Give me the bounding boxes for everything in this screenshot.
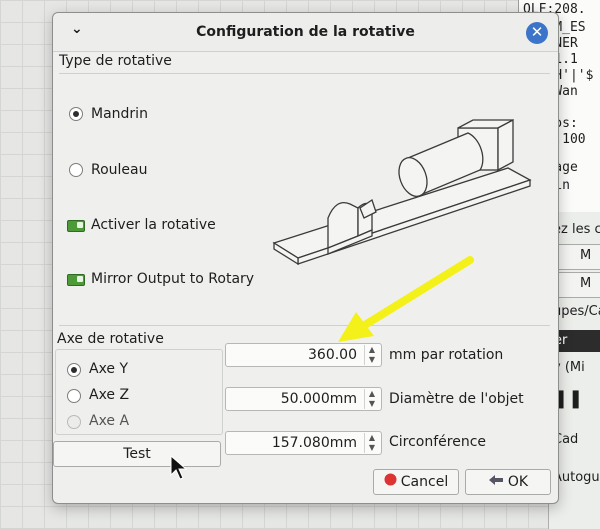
divider xyxy=(59,73,550,74)
object-diameter-value: 50.000mm xyxy=(280,391,357,407)
enable-rotary-label: Activer la rotative xyxy=(91,217,216,233)
console-input-hint[interactable]: ez les co xyxy=(553,222,600,237)
spin-arrows-icon[interactable]: ▲ ▼ xyxy=(364,389,379,409)
circumference-input[interactable]: 157.080mm ▲ ▼ xyxy=(225,431,382,455)
chuck-radio[interactable] xyxy=(69,107,83,121)
roller-radio[interactable] xyxy=(69,163,83,177)
ok-arrow-icon xyxy=(488,470,504,494)
panel-tab-cuts[interactable]: upes/Ca xyxy=(553,304,600,319)
test-button[interactable]: Test xyxy=(53,441,221,467)
object-diameter-input[interactable]: 50.000mm ▲ ▼ xyxy=(225,387,382,411)
cancel-circle-icon xyxy=(384,470,397,494)
rotary-axis-heading: Axe de rotative xyxy=(57,331,164,347)
close-button[interactable]: ✕ xyxy=(526,22,548,44)
axis-y-radio[interactable] xyxy=(67,363,81,377)
axis-z-label: Axe Z xyxy=(89,387,130,403)
roller-label: Rouleau xyxy=(91,162,148,178)
axis-a-radio[interactable] xyxy=(67,415,81,429)
autofocus-button[interactable]: Autogu xyxy=(553,470,600,485)
cancel-button[interactable]: Cancel xyxy=(373,469,459,495)
circumference-label: Circonférence xyxy=(389,434,487,450)
axis-y-label: Axe Y xyxy=(89,361,129,377)
axis-a-label: Axe A xyxy=(89,413,130,429)
circumference-value: 157.080mm xyxy=(271,435,357,451)
enable-rotary-toggle[interactable] xyxy=(67,220,85,232)
close-icon: ✕ xyxy=(530,23,544,41)
chuck-label: Mandrin xyxy=(91,106,148,122)
mouse-cursor-icon xyxy=(170,455,188,480)
mirror-output-toggle[interactable] xyxy=(67,274,85,286)
annotation-arrow xyxy=(338,256,474,342)
dialog-title: Configuration de la rotative xyxy=(196,24,415,40)
spin-arrows-icon[interactable]: ▲ ▼ xyxy=(364,433,379,453)
axis-z-radio[interactable] xyxy=(67,389,81,403)
ok-button[interactable]: OK xyxy=(465,469,551,495)
rotary-config-dialog: ⌄ Configuration de la rotative ✕ Type de… xyxy=(52,12,559,504)
rotary-type-heading: Type de rotative xyxy=(59,53,172,69)
object-diameter-label: Diamètre de l'objet xyxy=(389,391,524,407)
mirror-output-label: Mirror Output to Rotary xyxy=(91,271,255,287)
dialog-titlebar: ⌄ Configuration de la rotative ✕ xyxy=(53,13,558,52)
